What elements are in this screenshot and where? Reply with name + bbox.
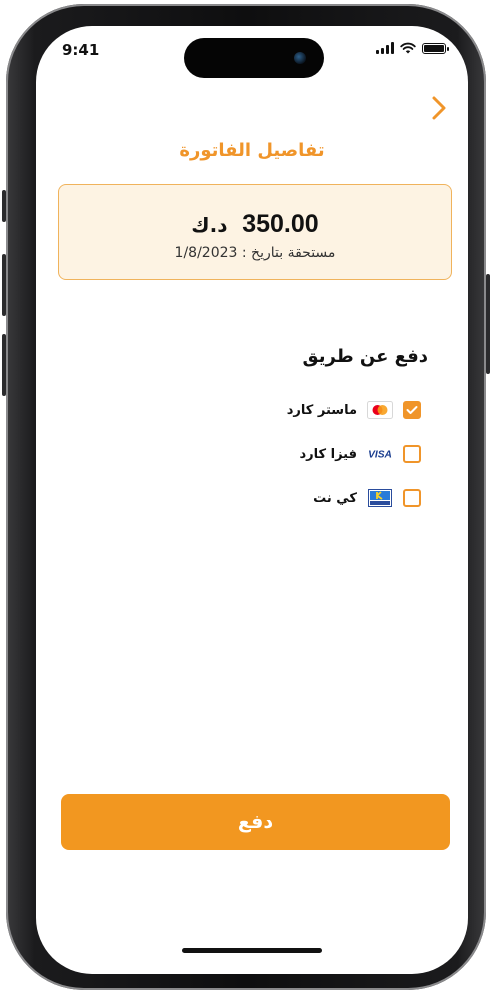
power-button (486, 274, 490, 374)
screen: 9:41 تفاصيل الفاتورة 350.00 د.ك مستحقة ب… (36, 26, 468, 974)
back-button[interactable] (426, 94, 450, 122)
mastercard-icon (367, 401, 393, 419)
visa-label: فيزا كارد (299, 446, 357, 462)
pay-button[interactable]: دفع (61, 794, 450, 850)
wifi-icon (400, 42, 416, 54)
status-time: 9:41 (62, 41, 100, 59)
knet-label: كي نت (313, 490, 357, 506)
home-indicator (182, 948, 322, 953)
payment-option-mastercard[interactable]: ماستر كارد (287, 399, 421, 421)
phone-frame: 9:41 تفاصيل الفاتورة 350.00 د.ك مستحقة ب… (2, 4, 490, 990)
dynamic-island (184, 38, 324, 78)
mastercard-checkbox[interactable] (403, 401, 421, 419)
currency-label: د.ك (191, 213, 228, 237)
payment-option-knet[interactable]: كي نت (313, 487, 421, 509)
camera-icon (294, 52, 306, 64)
chevron-right-icon (432, 96, 446, 120)
visa-checkbox[interactable] (403, 445, 421, 463)
invoice-card: 350.00 د.ك مستحقة بتاريخ : 1/8/2023 (58, 184, 452, 280)
action-button (2, 190, 6, 222)
amount-value: 350.00 (242, 210, 319, 238)
volume-down-button (2, 334, 6, 396)
knet-checkbox[interactable] (403, 489, 421, 507)
knet-icon (367, 489, 393, 507)
invoice-amount: 350.00 د.ك (59, 209, 451, 239)
volume-up-button (2, 254, 6, 316)
checkmark-icon (406, 406, 418, 414)
payment-heading: دفع عن طريق (302, 346, 428, 367)
battery-icon (422, 42, 449, 54)
svg-text:VISA: VISA (368, 450, 392, 461)
signal-icon (376, 42, 394, 54)
status-icons (376, 42, 449, 54)
page-title: تفاصيل الفاتورة (179, 140, 325, 161)
due-date: مستحقة بتاريخ : 1/8/2023 (174, 245, 336, 261)
visa-icon: VISA (367, 445, 393, 463)
mastercard-label: ماستر كارد (286, 402, 357, 418)
payment-option-visa[interactable]: VISA فيزا كارد (300, 443, 421, 465)
